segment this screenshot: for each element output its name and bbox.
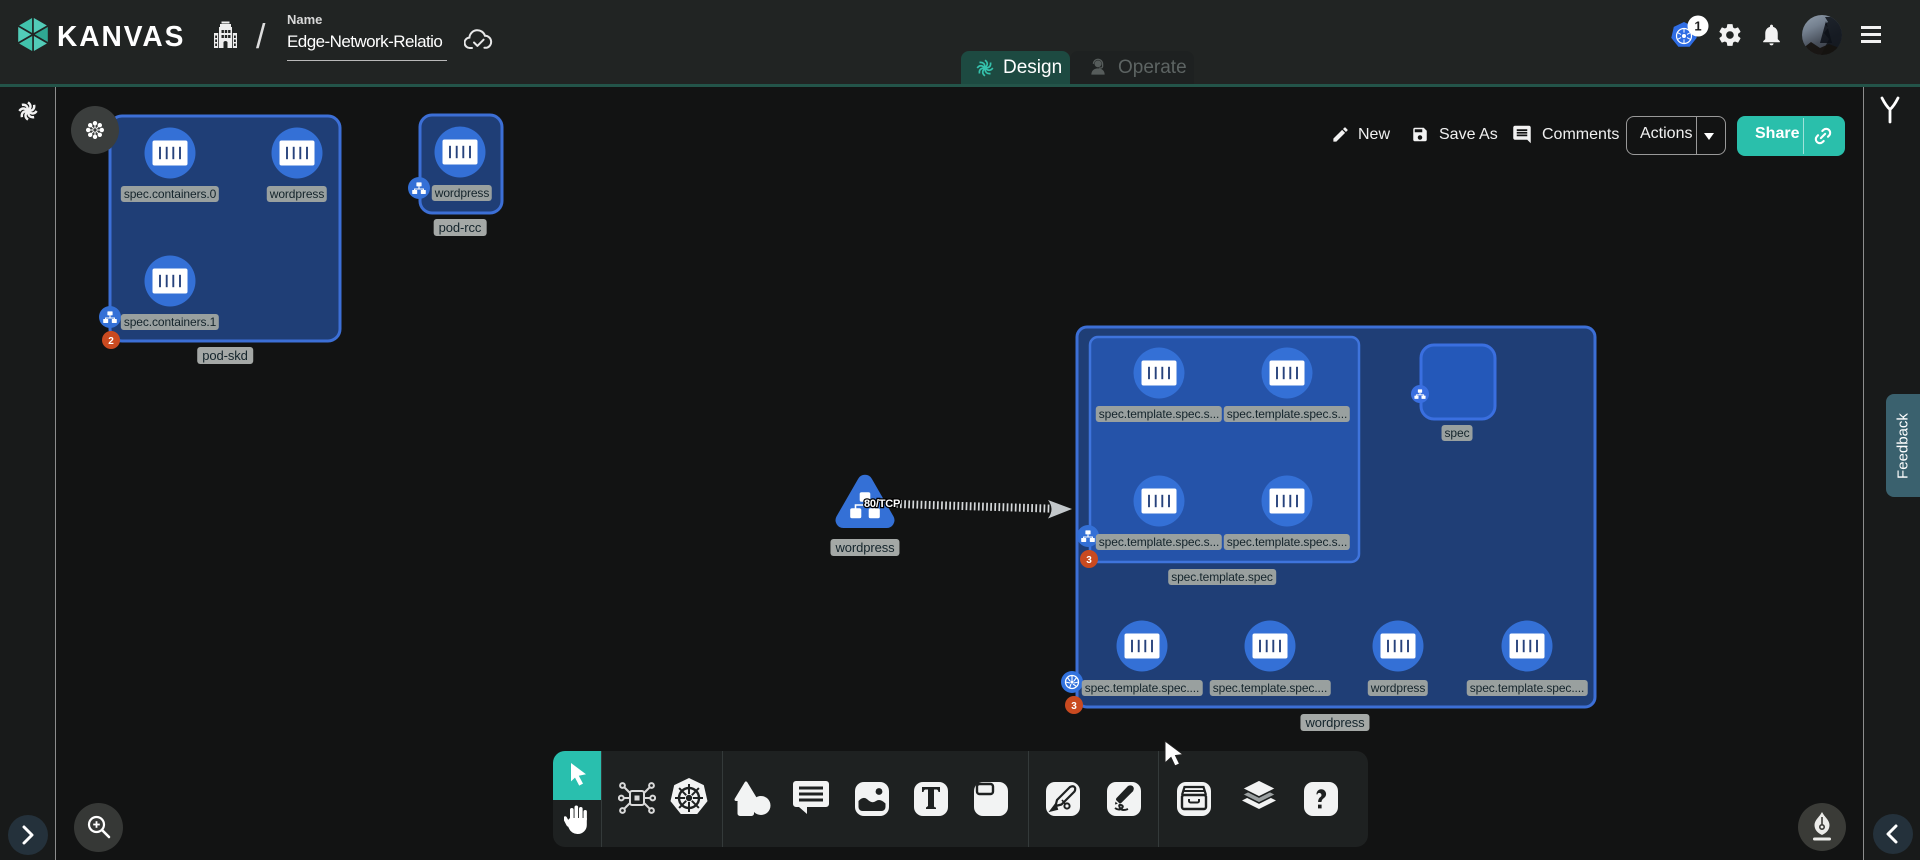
svg-text:3: 3 xyxy=(1086,555,1092,566)
svg-text:2: 2 xyxy=(108,336,114,347)
svg-text:80/TCP: 80/TCP xyxy=(864,498,900,510)
svg-text:3: 3 xyxy=(1071,701,1077,712)
svg-text:1: 1 xyxy=(1694,19,1701,34)
